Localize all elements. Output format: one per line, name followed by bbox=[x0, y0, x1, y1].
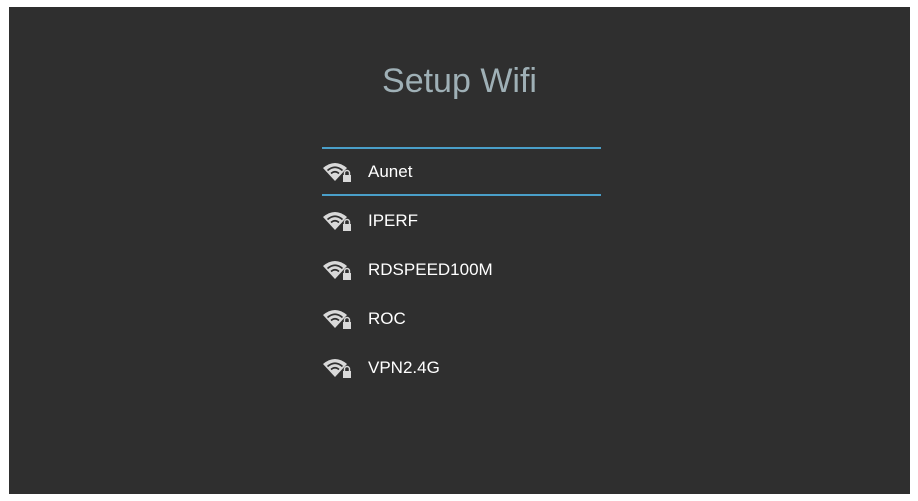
wifi-lock-icon bbox=[323, 309, 351, 329]
wifi-network-item[interactable]: RDSPEED100M bbox=[322, 245, 601, 294]
wifi-lock-icon bbox=[323, 260, 351, 280]
page-title: Setup Wifi bbox=[382, 62, 537, 100]
wifi-network-list: Aunet IPERF RDSPEED100M ROC VPN2.4G bbox=[322, 147, 601, 392]
wifi-network-item[interactable]: IPERF bbox=[322, 196, 601, 245]
wifi-network-name: VPN2.4G bbox=[368, 357, 440, 377]
wifi-network-item[interactable]: VPN2.4G bbox=[322, 343, 601, 392]
wifi-network-item[interactable]: ROC bbox=[322, 294, 601, 343]
wifi-network-item[interactable]: Aunet bbox=[322, 147, 601, 196]
wifi-network-name: RDSPEED100M bbox=[368, 259, 493, 279]
wifi-network-name: ROC bbox=[368, 308, 406, 328]
wifi-lock-icon bbox=[323, 211, 351, 231]
wifi-lock-icon bbox=[323, 358, 351, 378]
wifi-network-name: IPERF bbox=[368, 210, 419, 230]
wifi-network-name: Aunet bbox=[368, 161, 413, 181]
wifi-setup-screen: Setup Wifi Aunet IPERF RDSPEED100M ROC V… bbox=[9, 7, 910, 494]
wifi-lock-icon bbox=[323, 162, 351, 182]
